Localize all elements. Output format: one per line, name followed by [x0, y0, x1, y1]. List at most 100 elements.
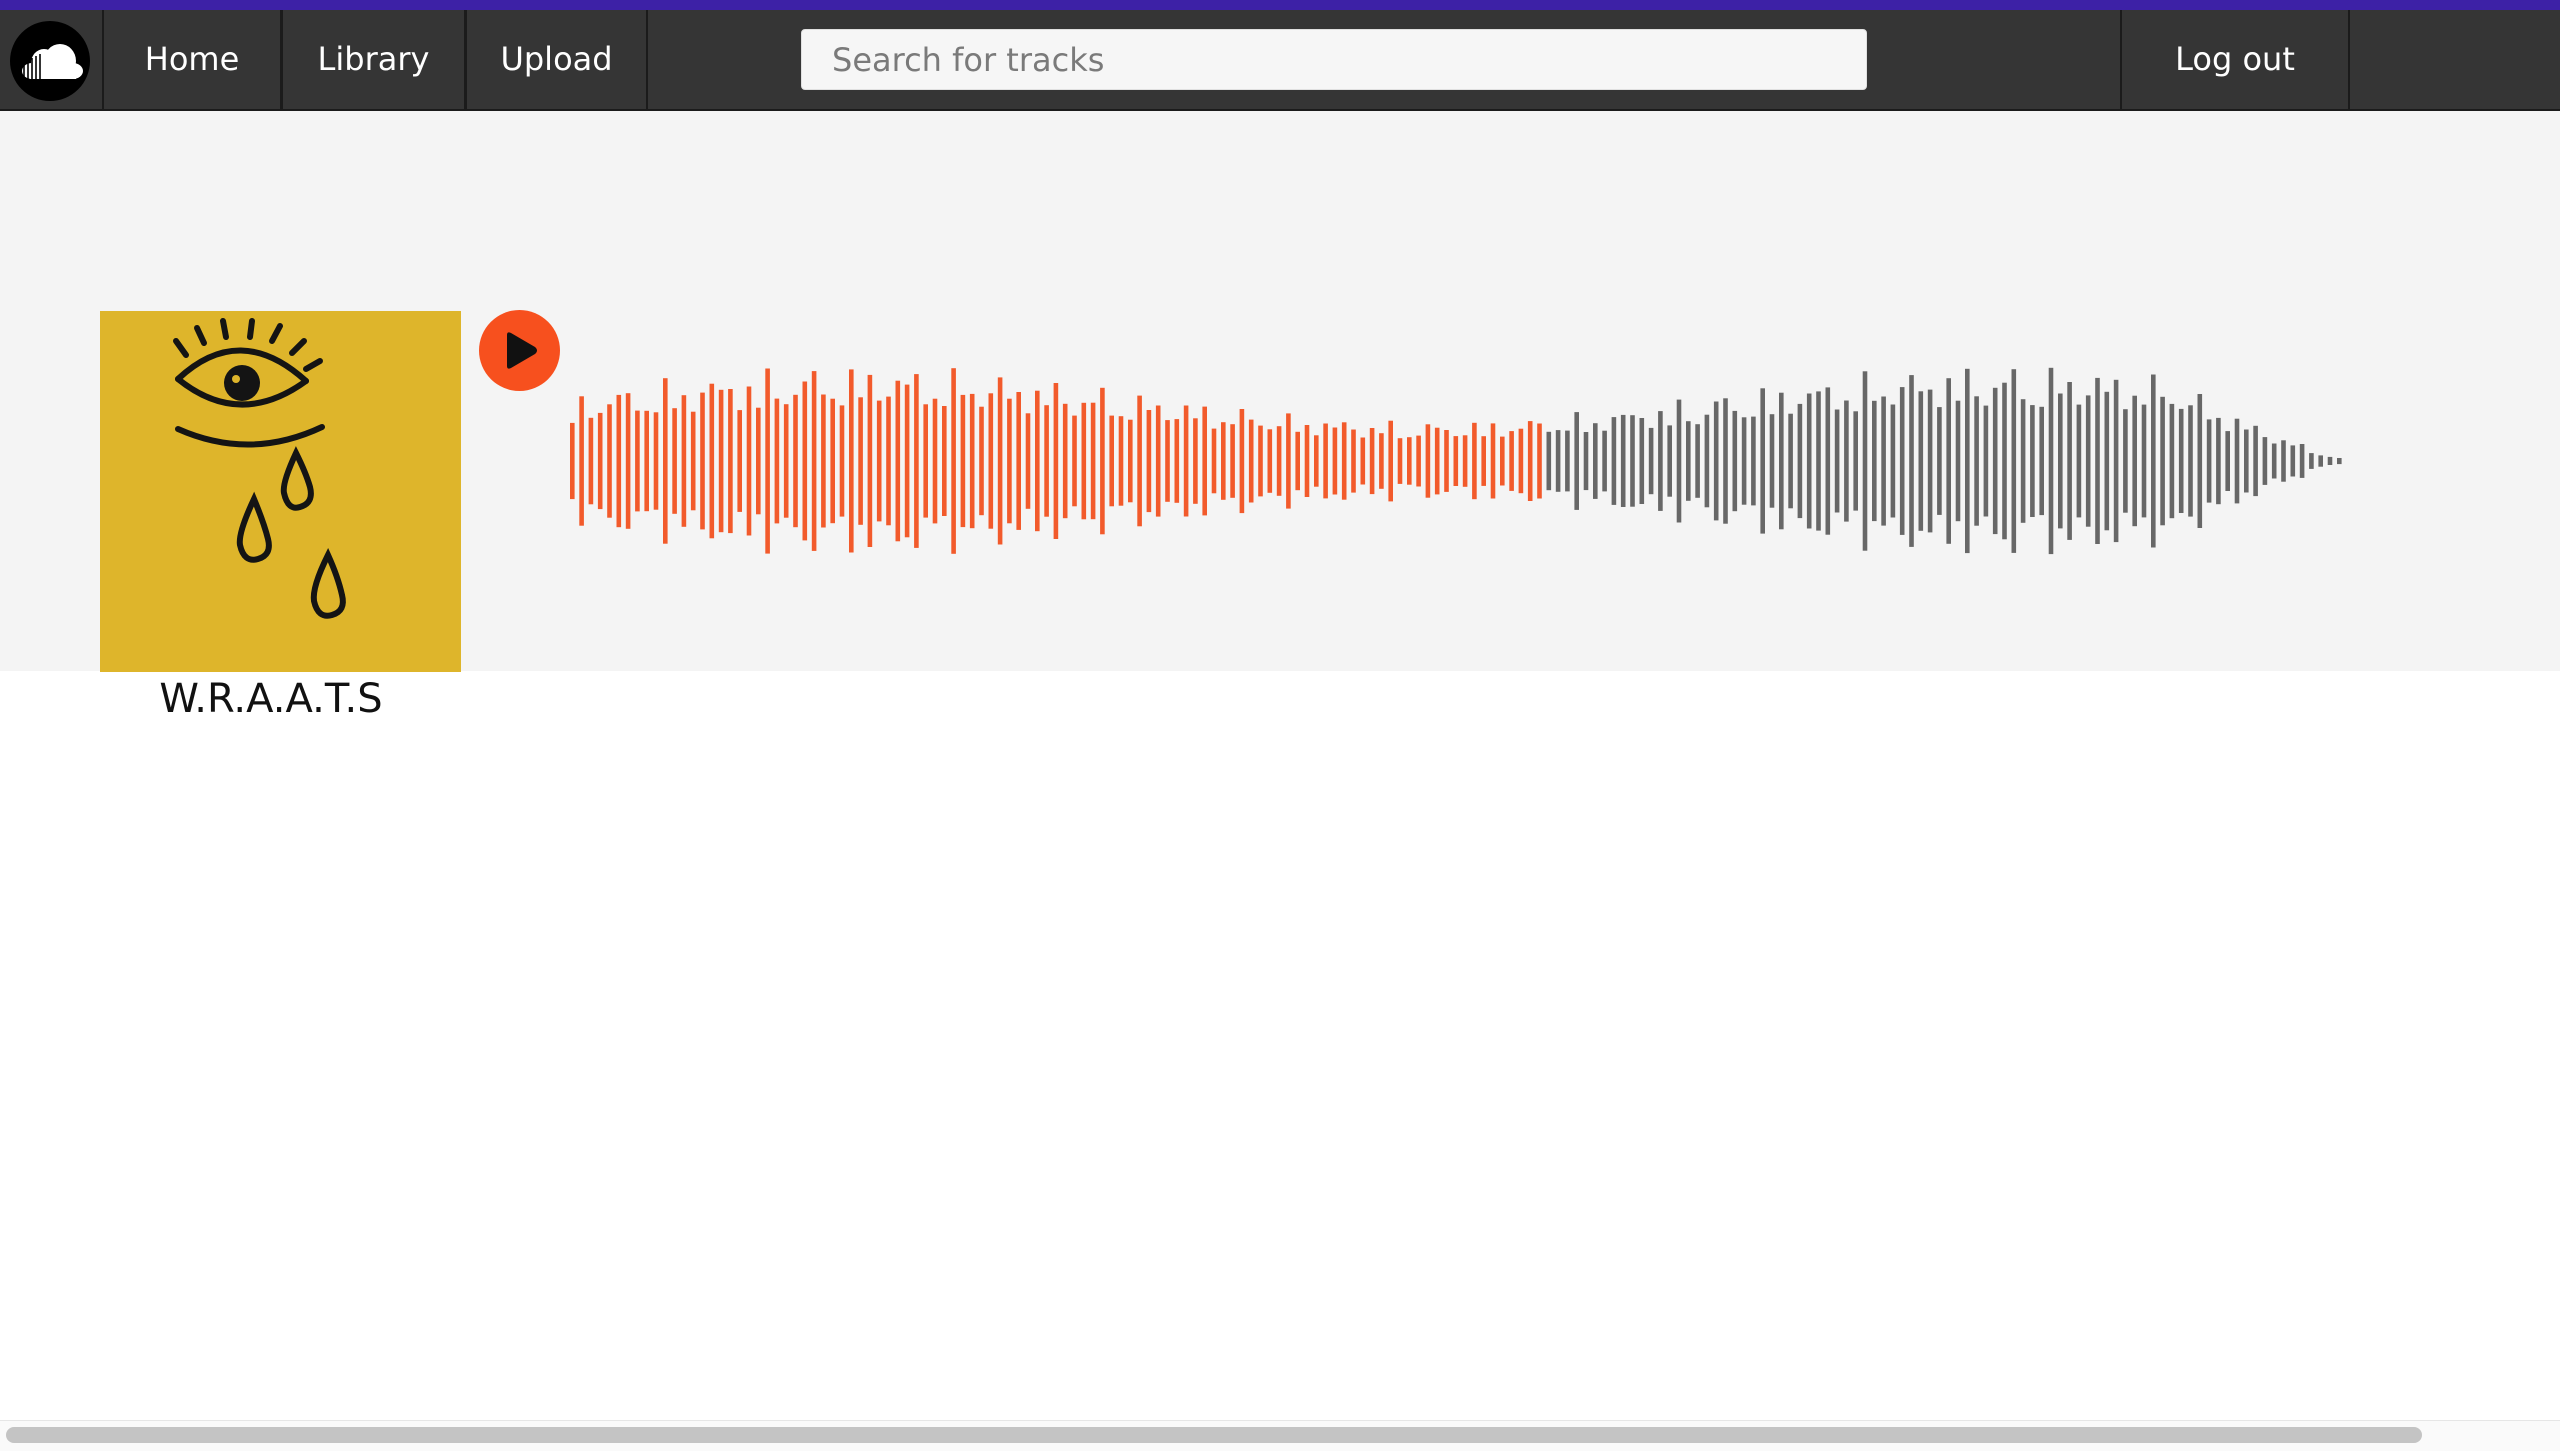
waveform-bar [1713, 401, 1719, 521]
waveform-bar [1062, 403, 1068, 519]
waveform-bar [1881, 396, 1886, 526]
waveform-bar [914, 374, 919, 548]
waveform-bar [876, 400, 882, 522]
waveform-bar [1304, 425, 1310, 497]
waveform-bar [1072, 415, 1077, 507]
waveform-bar [1341, 422, 1347, 500]
waveform-bar [2113, 379, 2119, 543]
waveform-bar [700, 392, 705, 530]
waveform-bar [1100, 387, 1105, 535]
waveform-bar [1295, 431, 1300, 491]
waveform-bar [2262, 437, 2268, 485]
waveform-bar [1658, 411, 1663, 511]
track-title[interactable]: W.R.A.A.T.S [100, 672, 442, 726]
waveform-bar [1286, 413, 1291, 509]
waveform-bar [1862, 371, 1868, 551]
waveform-bar [811, 371, 817, 551]
waveform-bar [1779, 392, 1784, 530]
waveform-bar [1788, 413, 1793, 509]
waveform-bar [1797, 403, 1803, 519]
waveform-bar [1388, 420, 1393, 502]
waveform-bar [644, 410, 649, 512]
waveform-bar [690, 411, 696, 511]
waveform-bar [2039, 406, 2044, 516]
waveform-bar [1723, 398, 1728, 524]
waveform-bar [1751, 416, 1756, 506]
waveform-bar [1639, 418, 1645, 504]
waveform-bar [570, 422, 575, 500]
waveform-bar [1193, 418, 1198, 504]
waveform-bar [2206, 419, 2212, 503]
waveform-bar [2132, 395, 2137, 527]
waveform-bar [1825, 387, 1831, 535]
waveform-bar [1360, 437, 1366, 485]
waveform-bar [2178, 408, 2184, 513]
waveform-bar [625, 393, 631, 529]
waveform-bar [709, 383, 715, 539]
waveform-bar [1332, 427, 1338, 495]
waveform-bar [1137, 395, 1142, 527]
waveform-bar [895, 380, 901, 542]
waveform-bar [969, 393, 975, 529]
waveform-bar [2169, 403, 2175, 519]
waveform-bar [997, 377, 1003, 545]
waveform-bar [2067, 382, 2072, 540]
waveform-bar [2104, 391, 2110, 531]
waveform-bar [2327, 456, 2333, 465]
waveform-bar [1937, 407, 1942, 515]
waveform-bar [1890, 404, 1896, 518]
waveform-bar [2244, 429, 2249, 493]
waveform-bar [1648, 427, 1654, 495]
waveform-bar [1490, 423, 1496, 499]
waveform-bar [988, 393, 994, 529]
waveform-bar [663, 378, 668, 544]
waveform-bar [1267, 429, 1273, 493]
waveform-bar [1509, 431, 1514, 491]
waveform-bar [839, 405, 845, 517]
waveform-bar [1155, 405, 1161, 517]
waveform-bar [979, 406, 984, 516]
waveform-bar [1806, 393, 1812, 529]
waveform-bar [616, 394, 622, 528]
waveform-bar [1221, 422, 1226, 500]
waveform-bar [1565, 430, 1570, 492]
track-waveform[interactable] [0, 0, 2560, 700]
waveform-bar [1202, 406, 1207, 516]
waveform-bar [672, 408, 677, 514]
waveform-bar [1909, 375, 1914, 547]
waveform-bar [1444, 430, 1449, 492]
waveform-bar [1369, 428, 1375, 495]
waveform-bar [1407, 437, 1412, 485]
waveform-bar [1323, 423, 1328, 499]
waveform-bar [1044, 405, 1049, 517]
waveform-bar [1500, 436, 1505, 486]
waveform-bar [1239, 409, 1245, 514]
waveform-bar [2309, 453, 2314, 469]
waveform-bar [793, 394, 798, 528]
waveform-bar [2216, 417, 2221, 505]
waveform-bar [2253, 425, 2258, 497]
waveform-bar [2085, 395, 2091, 527]
waveform-bar [1769, 414, 1775, 508]
waveform-bar [951, 368, 956, 554]
waveform-bar [1248, 419, 1254, 503]
waveform-bar [1620, 414, 1626, 507]
waveform-bar [2234, 418, 2240, 504]
waveform-bar [1611, 417, 1617, 505]
waveform-bar [1434, 427, 1440, 495]
waveform-bar [1537, 423, 1542, 499]
waveform-bar [2141, 404, 2147, 518]
waveform-bar [2058, 393, 2063, 529]
waveform-bar [2281, 440, 2286, 482]
waveform-bar [607, 404, 612, 518]
waveform-bar [1593, 423, 1598, 499]
waveform-bar [2002, 382, 2007, 540]
waveform-bar [1314, 435, 1319, 487]
waveform-bar [1165, 420, 1170, 502]
waveform-bar [746, 386, 752, 536]
waveform-bar [1946, 378, 1951, 544]
waveform-bar [681, 395, 687, 527]
waveform-bar [1816, 391, 1821, 531]
waveform-bar [1918, 391, 1924, 531]
horizontal-scrollbar-thumb[interactable] [6, 1427, 2422, 1443]
